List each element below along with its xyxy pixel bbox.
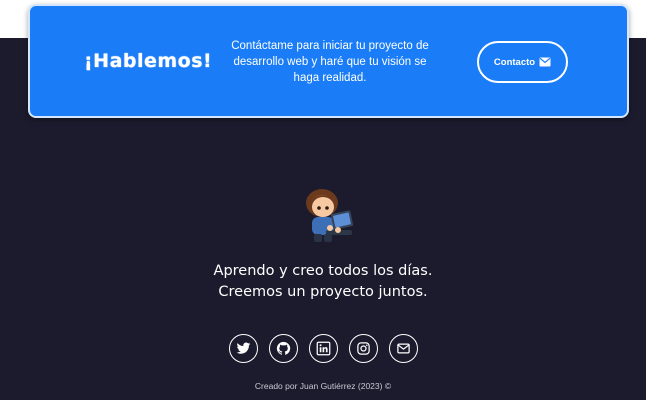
contact-button-label: Contacto [493, 56, 536, 68]
linkedin-link[interactable] [308, 334, 338, 363]
github-icon [276, 341, 290, 355]
developer-avatar [300, 186, 356, 244]
linkedin-icon [316, 341, 330, 356]
social-links [0, 334, 646, 363]
instagram-icon [356, 342, 370, 355]
cta-title: ¡Hablemos! [84, 50, 213, 72]
mail-send-icon [539, 57, 551, 67]
footer-credit: Creado por Juan Gutiérrez (2023) © [254, 381, 392, 391]
tagline-line-1: Aprendo y creo todos los días. [213, 263, 433, 279]
cta-description: Contáctame para iniciar tu proyecto de d… [231, 40, 429, 84]
email-link[interactable] [388, 334, 418, 363]
contact-button[interactable]: Contacto [477, 41, 568, 83]
footer-tagline: Aprendo y creo todos los días. Creemos u… [0, 261, 646, 303]
envelope-icon [396, 343, 410, 354]
github-link[interactable] [268, 334, 298, 363]
twitter-link[interactable] [228, 334, 258, 363]
instagram-link[interactable] [348, 334, 378, 363]
twitter-icon [236, 342, 250, 354]
contact-cta-card: ¡Hablemos! Contáctame para iniciar tu pr… [28, 4, 629, 118]
tagline-line-2: Creemos un proyecto juntos. [218, 284, 428, 300]
